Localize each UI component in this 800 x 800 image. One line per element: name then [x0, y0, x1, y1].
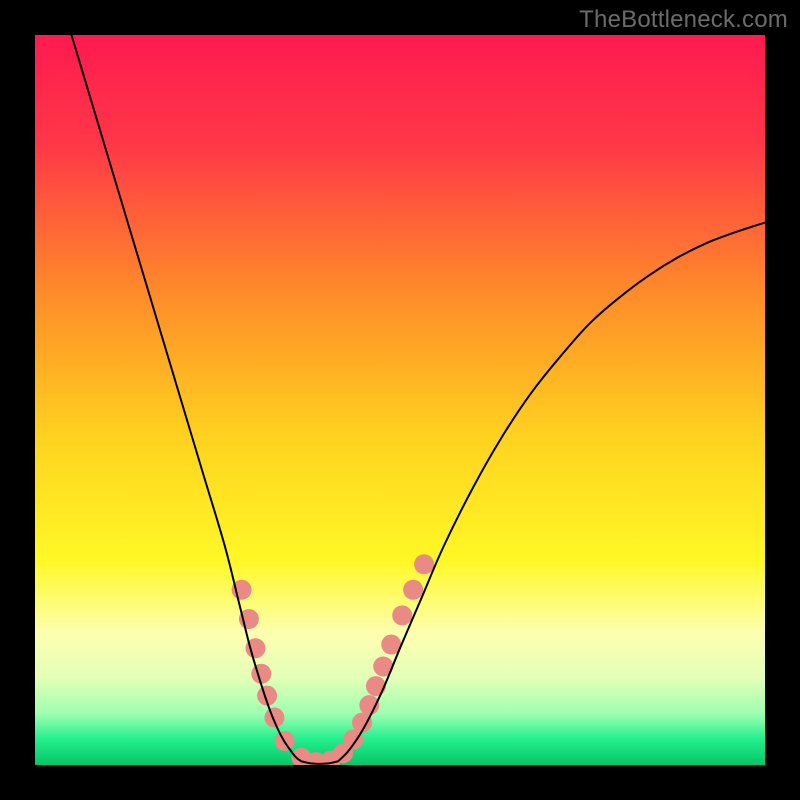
data-marker	[392, 605, 412, 625]
data-marker	[403, 580, 423, 600]
data-marker	[264, 708, 284, 728]
curve-layer	[35, 35, 765, 765]
series-left-branch	[72, 35, 302, 761]
series-right-branch	[338, 223, 765, 762]
chart-frame: TheBottleneck.com	[0, 0, 800, 800]
data-marker	[366, 676, 386, 696]
data-marker	[414, 554, 434, 574]
marker-group	[232, 554, 435, 765]
data-marker	[251, 664, 271, 684]
plot-area	[35, 35, 765, 765]
watermark-text: TheBottleneck.com	[579, 6, 788, 34]
line-group	[72, 35, 766, 764]
